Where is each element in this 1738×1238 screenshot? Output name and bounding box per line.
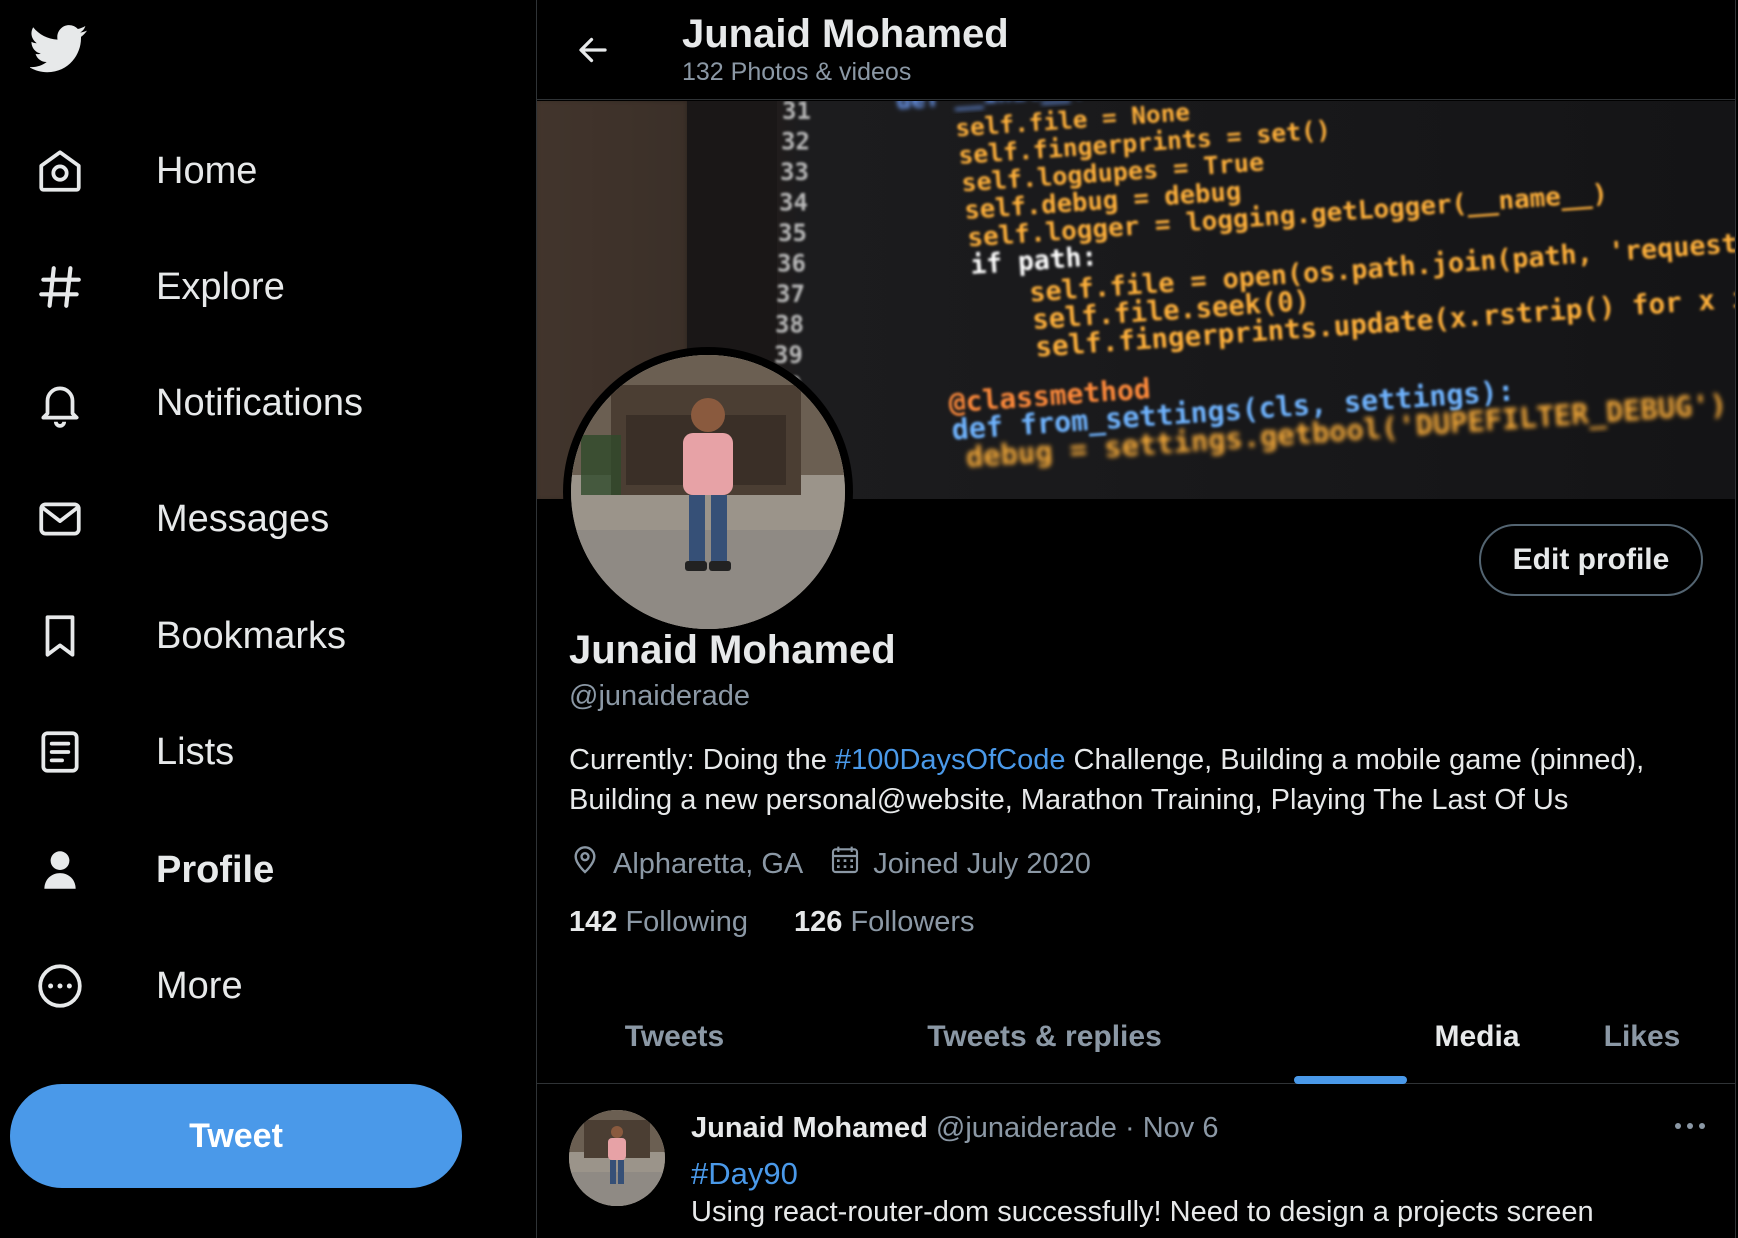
following-label: Following: [625, 906, 748, 938]
banner-line-number: 32: [781, 128, 810, 156]
tweet-button[interactable]: Tweet: [10, 1084, 462, 1188]
banner-line-number: 35: [778, 219, 807, 247]
header-photo-count: 132 Photos & videos: [682, 58, 912, 86]
bio-text-start: Currently: Doing the: [569, 744, 835, 776]
tab-likes[interactable]: Likes: [1427, 990, 1735, 1084]
profile-meta: Alpharetta, GA Joined July 2020: [569, 842, 1117, 886]
following-count: 142: [569, 906, 618, 938]
sidebar-item-label: Home: [156, 149, 258, 192]
tweet-author-name[interactable]: Junaid Mohamed: [691, 1112, 928, 1144]
tab-tweets-replies[interactable]: Tweets & replies: [812, 990, 1277, 1084]
tweet-hashtag-link[interactable]: #Day90: [691, 1156, 798, 1192]
back-arrow-icon[interactable]: [567, 24, 619, 76]
sidebar-item-label: More: [156, 964, 243, 1007]
profile-location: Alpharetta, GA: [569, 844, 803, 884]
profile-column: Junaid Mohamed 132 Photos & videos 31 32 3…: [536, 0, 1736, 1238]
calendar-icon: [829, 844, 873, 884]
sidebar-item-label: Profile: [156, 848, 275, 891]
sidebar-item-label: Messages: [156, 497, 330, 540]
profile-name: Junaid Mohamed: [569, 628, 896, 672]
profile-stats: 142 Following 126 Followers: [569, 906, 1013, 939]
followers-label: Followers: [850, 906, 975, 938]
sidebar-item-home[interactable]: Home: [30, 136, 257, 206]
envelope-icon: [30, 489, 90, 549]
bio-hashtag-link[interactable]: #100DaysOfCode: [835, 744, 1066, 776]
joined-text: Joined July 2020: [873, 847, 1091, 880]
sidebar-item-bookmarks[interactable]: Bookmarks: [30, 601, 346, 671]
banner-line-number: 36: [777, 250, 806, 278]
sidebar-item-lists[interactable]: Lists: [30, 717, 234, 787]
profile-header-bar: Junaid Mohamed 132 Photos & videos: [537, 0, 1735, 100]
tweet-date[interactable]: Nov 6: [1143, 1112, 1219, 1144]
tweet-header: Junaid Mohamed @junaiderade · Nov 6: [691, 1112, 1219, 1145]
profile-joined: Joined July 2020: [829, 844, 1091, 884]
tweet-avatar[interactable]: [569, 1110, 665, 1206]
following-link[interactable]: 142 Following: [569, 906, 748, 938]
location-text: Alpharetta, GA: [613, 847, 804, 880]
edit-profile-button[interactable]: Edit profile: [1479, 524, 1703, 596]
header-name: Junaid Mohamed: [682, 12, 1009, 56]
more-options-icon[interactable]: [1665, 1106, 1715, 1146]
tweet-separator: ·: [1125, 1112, 1135, 1144]
person-icon: [30, 840, 90, 900]
banner-line-number: 31: [782, 101, 811, 125]
sidebar-item-more[interactable]: More: [30, 951, 243, 1021]
home-icon: [30, 141, 90, 201]
tweet-item[interactable]: Junaid Mohamed @junaiderade · Nov 6 #Day…: [537, 1084, 1735, 1238]
sidebar-item-explore[interactable]: Explore: [30, 252, 285, 322]
bell-icon: [30, 373, 90, 433]
banner-line-number: 38: [775, 311, 804, 339]
sidebar-item-messages[interactable]: Messages: [30, 484, 329, 554]
followers-count: 126: [794, 906, 843, 938]
sidebar-item-label: Bookmarks: [156, 614, 347, 657]
tweet-author-handle[interactable]: @junaiderade: [936, 1112, 1117, 1144]
sidebar-item-label: Lists: [156, 730, 235, 773]
banner-line-number: 37: [776, 280, 805, 308]
profile-handle: @junaiderade: [569, 680, 751, 712]
banner-line-number: 34: [779, 189, 808, 217]
followers-link[interactable]: 126 Followers: [794, 906, 975, 938]
more-circle-icon: [30, 956, 90, 1016]
active-tab-indicator: [1294, 1076, 1407, 1084]
profile-tabs: Tweets Tweets & replies Media Likes: [537, 990, 1735, 1084]
twitter-bird-icon[interactable]: [29, 24, 94, 80]
tweet-text: Using react-router-dom successfully! Nee…: [691, 1196, 1594, 1228]
sidebar: Home Explore Notifications Messages Book…: [0, 0, 536, 1238]
profile-bio: Currently: Doing the #100DaysOfCode Chal…: [569, 740, 1719, 820]
bookmark-icon: [30, 606, 90, 666]
profile-avatar[interactable]: [563, 347, 853, 637]
list-icon: [30, 722, 90, 782]
sidebar-item-profile[interactable]: Profile: [30, 835, 274, 905]
sidebar-item-label: Explore: [156, 265, 285, 308]
banner-line-number: 33: [780, 158, 809, 186]
location-pin-icon: [569, 844, 613, 884]
sidebar-item-label: Notifications: [156, 381, 363, 424]
hashtag-icon: [30, 257, 90, 317]
sidebar-item-notifications[interactable]: Notifications: [30, 368, 363, 438]
tab-tweets[interactable]: Tweets: [537, 990, 812, 1084]
